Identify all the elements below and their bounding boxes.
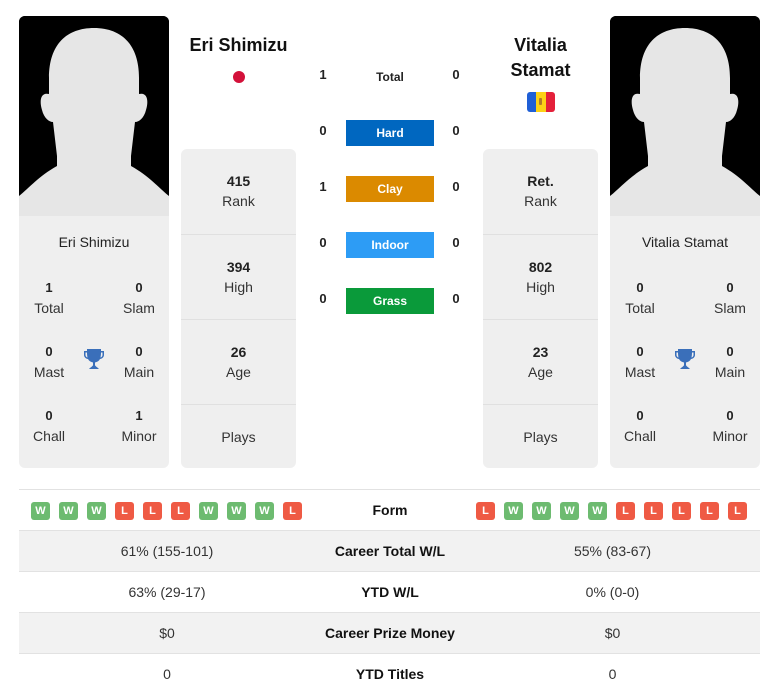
row-label: Career Prize Money xyxy=(325,625,455,641)
player2-photo xyxy=(610,16,760,216)
player1-main-titles: 0 Main xyxy=(123,344,155,380)
h2h-indoor-p2: 0 xyxy=(452,235,460,250)
h2h-grass-p1: 0 xyxy=(319,291,327,306)
form-badge-loss[interactable]: L xyxy=(644,502,663,520)
player2-main-titles: 0 Main xyxy=(714,344,746,380)
japan-flag-icon xyxy=(233,71,245,83)
silhouette-icon xyxy=(610,16,760,216)
player1-card: Eri Shimizu 1 Total 0 Slam 0 Mast 0 Main… xyxy=(19,16,169,468)
player1-name[interactable]: Eri Shimizu xyxy=(181,33,296,58)
player2-total-titles: 0 Total xyxy=(625,280,655,316)
player2-value: 0% (0-0) xyxy=(585,584,640,600)
row-label: YTD Titles xyxy=(355,666,425,682)
player1-card-name: Eri Shimizu xyxy=(58,234,130,250)
player1-chall-titles: 0 Chall xyxy=(33,408,65,444)
player2-info-panel: Ret. Rank 802 High 23 Age Plays xyxy=(483,149,598,468)
h2h-grass-p2: 0 xyxy=(452,291,460,306)
player1-form: WWWLLLWWWL xyxy=(19,490,315,531)
form-badge-loss[interactable]: L xyxy=(476,502,495,520)
player2-high: 802 High xyxy=(483,234,598,319)
player1-high: 394 High xyxy=(181,234,296,319)
h2h-total-label: Total xyxy=(376,70,404,84)
row-label: YTD W/L xyxy=(361,584,419,600)
table-row: 63% (29-17) YTD W/L 0% (0-0) xyxy=(19,571,760,612)
form-badge-loss[interactable]: L xyxy=(728,502,747,520)
h2h-clay-p1: 1 xyxy=(319,179,327,194)
player1-minor-titles: 1 Minor xyxy=(121,408,157,444)
player2-chall-titles: 0 Chall xyxy=(624,408,656,444)
form-label: Form xyxy=(372,502,408,518)
player2-minor-titles: 0 Minor xyxy=(712,408,748,444)
form-badge-win[interactable]: W xyxy=(560,502,579,520)
player1-total-titles: 1 Total xyxy=(34,280,64,316)
player2-value: 0 xyxy=(608,666,617,682)
player2-mast-titles: 0 Mast xyxy=(624,344,656,380)
table-row: 0 YTD Titles 0 xyxy=(19,653,760,694)
h2h-total-p2: 0 xyxy=(452,67,460,82)
form-badge-loss[interactable]: L xyxy=(283,502,302,520)
form-badge-win[interactable]: W xyxy=(227,502,246,520)
player2-plays: Plays xyxy=(483,404,598,468)
form-badge-loss[interactable]: L xyxy=(672,502,691,520)
trophy-icon xyxy=(675,349,695,369)
player2-card-name: Vitalia Stamat xyxy=(641,234,729,250)
form-badge-win[interactable]: W xyxy=(87,502,106,520)
form-badge-loss[interactable]: L xyxy=(616,502,635,520)
player1-value: 61% (155-101) xyxy=(120,543,214,559)
h2h-hard-p2: 0 xyxy=(452,123,460,138)
surface-indoor-button[interactable]: Indoor xyxy=(346,232,434,258)
player2-form: LWWWWLLLLL xyxy=(465,490,760,531)
table-row: 61% (155-101) Career Total W/L 55% (83-6… xyxy=(19,530,760,571)
h2h-indoor-p1: 0 xyxy=(319,235,327,250)
silhouette-icon xyxy=(19,16,169,216)
moldova-flag-icon xyxy=(527,92,555,112)
player2-rank: Ret. Rank xyxy=(524,173,557,209)
player2-value: 55% (83-67) xyxy=(573,543,652,559)
table-row: $0 Career Prize Money $0 xyxy=(19,612,760,653)
player2-card: Vitalia Stamat 0 Total 0 Slam 0 Mast 0 M… xyxy=(610,16,760,468)
player1-rank: 415 Rank xyxy=(222,173,255,209)
player1-plays: Plays xyxy=(181,404,296,468)
player1-mast-titles: 0 Mast xyxy=(33,344,65,380)
form-badge-loss[interactable]: L xyxy=(115,502,134,520)
form-badge-win[interactable]: W xyxy=(59,502,78,520)
form-badge-win[interactable]: W xyxy=(588,502,607,520)
h2h-total-p1: 1 xyxy=(319,67,327,82)
player2-slam-titles: 0 Slam xyxy=(714,280,746,316)
player1-value: $0 xyxy=(159,625,175,641)
row-label: Career Total W/L xyxy=(334,543,446,559)
form-row: WWWLLLWWWL Form LWWWWLLLLL xyxy=(19,489,760,530)
player1-value: 0 xyxy=(163,666,171,682)
form-badge-win[interactable]: W xyxy=(504,502,523,520)
form-badge-loss[interactable]: L xyxy=(143,502,162,520)
h2h-hard-p1: 0 xyxy=(319,123,327,138)
form-badge-win[interactable]: W xyxy=(255,502,274,520)
player2-value: $0 xyxy=(604,625,621,641)
form-badge-win[interactable]: W xyxy=(199,502,218,520)
form-badge-win[interactable]: W xyxy=(532,502,551,520)
player1-slam-titles: 0 Slam xyxy=(123,280,155,316)
player1-info-panel: 415 Rank 394 High 26 Age Plays xyxy=(181,149,296,468)
player1-value: 63% (29-17) xyxy=(128,584,206,600)
player1-photo xyxy=(19,16,169,216)
form-badge-loss[interactable]: L xyxy=(700,502,719,520)
player1-age: 26 Age xyxy=(181,319,296,404)
player2-name[interactable]: Vitalia Stamat xyxy=(483,33,598,83)
form-badge-loss[interactable]: L xyxy=(171,502,190,520)
surface-hard-button[interactable]: Hard xyxy=(346,120,434,146)
surface-grass-button[interactable]: Grass xyxy=(346,288,434,314)
form-badge-win[interactable]: W xyxy=(31,502,50,520)
surface-clay-button[interactable]: Clay xyxy=(346,176,434,202)
h2h-clay-p2: 0 xyxy=(452,179,460,194)
player2-age: 23 Age xyxy=(483,319,598,404)
trophy-icon xyxy=(84,349,104,369)
